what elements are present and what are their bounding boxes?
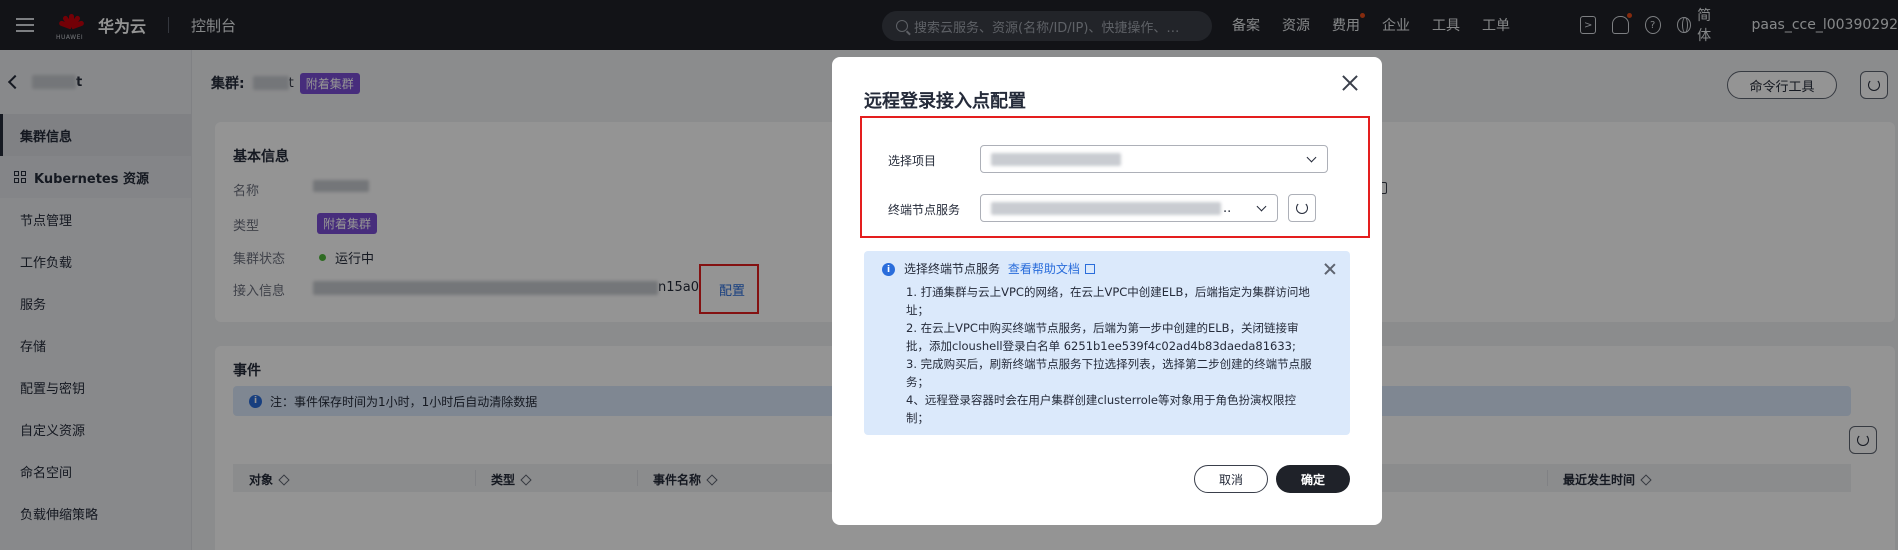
project-select[interactable] [980, 145, 1328, 173]
refresh-icon [1296, 202, 1308, 214]
confirm-button[interactable]: 确定 [1276, 465, 1350, 493]
external-link-icon[interactable] [1084, 264, 1095, 274]
instructions-heading: 选择终端节点服务 查看帮助文档 [904, 260, 1095, 277]
endpoint-refresh-button[interactable] [1288, 194, 1316, 222]
chevron-down-icon [1306, 152, 1317, 163]
instructions-heading-text: 选择终端节点服务 [904, 262, 1001, 276]
instruction-item: 1. 打通集群与云上VPC的网络，在云上VPC中创建ELB，后端指定为集群访问地… [906, 285, 1310, 317]
dialog-title: 远程登录接入点配置 [864, 91, 1026, 112]
instructions-list: 1. 打通集群与云上VPC的网络，在云上VPC中创建ELB，后端指定为集群访问地… [906, 283, 1316, 427]
instruction-item: 2. 在云上VPC中购买终端节点服务，后端为第一步中创建的ELB，关闭链接审批，… [906, 321, 1299, 353]
instruction-item: 4、远程登录容器时会在用户集群创建clusterrole等对象用于角色扮演权限控… [906, 393, 1297, 425]
project-label: 选择项目 [888, 154, 937, 168]
instructions-panel: i 选择终端节点服务 查看帮助文档 1. 打通集群与云上VPC的网络，在云上VP… [864, 251, 1350, 435]
endpoint-ellipsis: .. [1223, 200, 1232, 216]
chevron-down-icon [1256, 201, 1267, 212]
close-icon[interactable] [1324, 263, 1336, 275]
help-doc-link[interactable]: 查看帮助文档 [1008, 262, 1080, 276]
endpoint-service-select[interactable]: .. [980, 194, 1278, 222]
cancel-button[interactable]: 取消 [1194, 465, 1268, 493]
redacted-endpoint [991, 201, 1221, 215]
remote-login-dialog: 远程登录接入点配置 选择项目 终端节点服务 .. i 选择终端节点服务 查看帮助… [832, 57, 1382, 525]
info-icon: i [882, 263, 895, 276]
redacted-project [991, 152, 1121, 166]
close-icon[interactable] [1340, 73, 1360, 93]
endpoint-service-label: 终端节点服务 [888, 203, 961, 217]
instruction-item: 3. 完成购买后，刷新终端节点服务下拉选择列表，选择第二步创建的终端节点服务； [906, 357, 1312, 389]
